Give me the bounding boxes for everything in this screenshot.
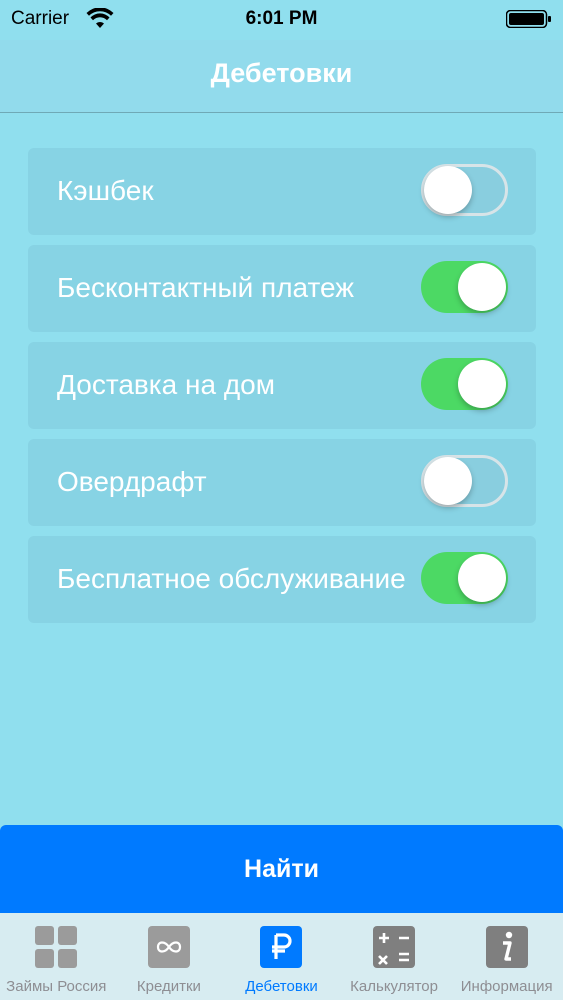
toggle-knob: [458, 554, 506, 602]
filter-row-free-service: Бесплатное обслуживание: [28, 536, 536, 623]
tab-label: Калькулятор: [350, 978, 438, 995]
tab-label: Займы Россия: [6, 978, 107, 995]
toggle-knob: [424, 457, 472, 505]
cashback-toggle[interactable]: [421, 164, 508, 216]
filter-row-delivery: Доставка на дом: [28, 342, 536, 429]
overdraft-toggle[interactable]: [421, 455, 508, 507]
tab-credit-cards[interactable]: Кредитки: [113, 913, 226, 1000]
find-button[interactable]: Найти: [0, 825, 563, 913]
filter-row-overdraft: Овердрафт: [28, 439, 536, 526]
filter-label: Овердрафт: [57, 466, 207, 497]
filter-row-cashback: Кэшбек: [28, 148, 536, 235]
delivery-toggle[interactable]: [421, 358, 508, 410]
tab-loans[interactable]: Займы Россия: [0, 913, 113, 1000]
tab-label: Кредитки: [136, 978, 201, 995]
toggle-knob: [458, 263, 506, 311]
tab-calculator[interactable]: Калькулятор: [338, 913, 451, 1000]
filter-label: Бесконтактный платеж: [57, 272, 354, 303]
filter-label: Доставка на дом: [57, 369, 275, 400]
grid-icon: [35, 926, 78, 968]
tab-bar: Займы Россия Кредитки Дебетовки Калькуля…: [0, 913, 563, 1000]
infinity-icon: [147, 926, 190, 968]
contactless-toggle[interactable]: [421, 261, 508, 313]
free-service-toggle[interactable]: [421, 552, 508, 604]
tab-label: Информация: [460, 978, 553, 995]
tab-label: Дебетовки: [245, 978, 318, 995]
toggle-knob: [424, 166, 472, 214]
page-title: Дебетовки: [210, 58, 353, 88]
ruble-icon: [260, 926, 303, 968]
navigation-bar: Дебетовки: [0, 40, 563, 113]
tab-debit-cards[interactable]: Дебетовки: [225, 913, 338, 1000]
battery-icon: [506, 10, 551, 28]
filter-row-contactless: Бесконтактный платеж: [28, 245, 536, 332]
tab-information[interactable]: Информация: [450, 913, 563, 1000]
status-time: 6:01 PM: [245, 8, 318, 29]
toggle-knob: [458, 360, 506, 408]
status-bar: Carrier 6:01 PM: [0, 0, 563, 40]
filter-label: Кэшбек: [57, 175, 154, 206]
calculator-icon: [373, 926, 416, 968]
filter-label: Бесплатное обслуживание: [57, 563, 406, 594]
info-icon: [485, 926, 528, 968]
filter-list: Кэшбек Бесконтактный платеж Доставка на …: [28, 148, 536, 633]
